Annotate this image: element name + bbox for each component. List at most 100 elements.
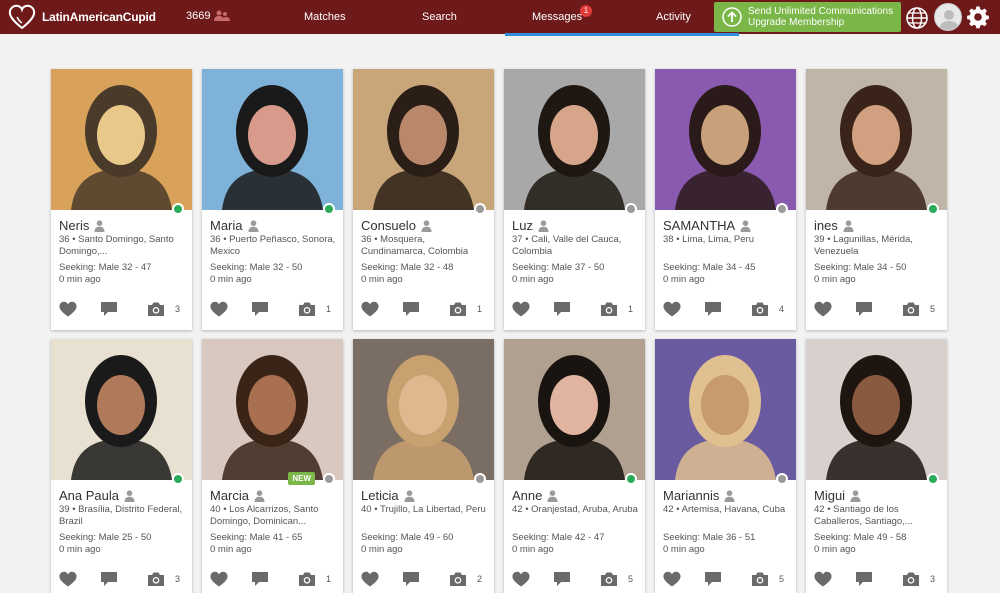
profile-location: 36 • Mosquera, Cundinamarca, Colombia [361, 234, 469, 257]
profile-name-row[interactable]: Leticia [361, 488, 415, 503]
chat-bubble-icon[interactable] [402, 571, 420, 587]
profile-last-active: 0 min ago [512, 544, 554, 555]
camera-icon[interactable] [449, 571, 467, 587]
nav-matches[interactable]: Matches [304, 11, 346, 23]
profile-card[interactable]: Leticia 40 • Trujillo, La Libertad, Peru… [353, 339, 494, 593]
avatar[interactable] [934, 3, 962, 31]
nav-search[interactable]: Search [422, 11, 457, 23]
profile-name-row[interactable]: Marcia [210, 488, 265, 503]
profile-photo[interactable] [504, 69, 645, 210]
profile-name-row[interactable]: SAMANTHA [663, 218, 751, 233]
profile-card[interactable]: Ana Paula 39 • Brasília, Distrito Federa… [51, 339, 192, 593]
chat-bubble-icon[interactable] [855, 571, 873, 587]
profile-name-row[interactable]: Maria [210, 218, 259, 233]
profile-location: 40 • Trujillo, La Libertad, Peru [361, 504, 486, 515]
profile-photo-placeholder [806, 339, 947, 480]
camera-icon[interactable] [147, 301, 165, 317]
photo-count: 1 [628, 304, 634, 314]
chat-bubble-icon[interactable] [402, 301, 420, 317]
profile-photo[interactable] [655, 339, 796, 480]
camera-icon[interactable] [751, 301, 769, 317]
profile-card[interactable]: Maria 36 • Puerto Peñasco, Sonora, Mexic… [202, 69, 343, 330]
camera-icon[interactable] [449, 301, 467, 317]
profile-card[interactable]: Luz 37 • Cali, Valle del Cauca, Colombia… [504, 69, 645, 330]
profile-photo[interactable] [504, 339, 645, 480]
heart-icon[interactable] [814, 571, 832, 587]
profile-photo[interactable] [202, 69, 343, 210]
profile-name-row[interactable]: Anne [512, 488, 558, 503]
profile-card[interactable]: Migui 42 • Santiago de los Caballeros, S… [806, 339, 947, 593]
photo-count: 4 [779, 304, 785, 314]
profile-photo[interactable] [51, 69, 192, 210]
heart-icon[interactable] [512, 301, 530, 317]
heart-icon[interactable] [512, 571, 530, 587]
heart-icon[interactable] [59, 571, 77, 587]
profile-last-active: 0 min ago [59, 544, 101, 555]
camera-icon[interactable] [902, 301, 920, 317]
nav-activity[interactable]: Activity [656, 11, 691, 23]
chat-bubble-icon[interactable] [100, 571, 118, 587]
camera-icon[interactable] [298, 571, 316, 587]
chat-bubble-icon[interactable] [704, 301, 722, 317]
profile-name-row[interactable]: Neris [59, 218, 105, 233]
profile-photo[interactable] [353, 69, 494, 210]
nav-messages[interactable]: Messages [532, 11, 582, 23]
globe-icon[interactable] [905, 6, 929, 30]
profile-location: 42 • Santiago de los Caballeros, Santiag… [814, 504, 913, 527]
profile-name: Mariannis [663, 488, 720, 503]
profile-name-row[interactable]: Luz [512, 218, 549, 233]
brand-logo[interactable]: LatinAmericanCupid [8, 4, 156, 30]
profile-card[interactable]: ines 39 • Lagunillas, Mérida, Venezuela … [806, 69, 947, 330]
chat-bubble-icon[interactable] [704, 571, 722, 587]
profile-photo-placeholder [202, 339, 343, 480]
heart-icon[interactable] [210, 571, 228, 587]
person-icon [248, 219, 259, 232]
camera-icon[interactable] [147, 571, 165, 587]
profile-card[interactable]: Neris 36 • Santo Domingo, Santo Domingo,… [51, 69, 192, 330]
profile-photo-placeholder [504, 339, 645, 480]
chat-bubble-icon[interactable] [553, 301, 571, 317]
upgrade-membership-button[interactable]: Send Unlimited Communications Upgrade Me… [714, 2, 901, 32]
heart-icon[interactable] [361, 301, 379, 317]
profile-card[interactable]: Consuelo 36 • Mosquera, Cundinamarca, Co… [353, 69, 494, 330]
profile-photo[interactable] [202, 339, 343, 480]
profile-photo[interactable] [353, 339, 494, 480]
members-online-icon [214, 10, 231, 21]
gear-icon[interactable] [966, 5, 990, 29]
upgrade-line2: Upgrade Membership [748, 17, 845, 28]
camera-icon[interactable] [902, 571, 920, 587]
heart-icon[interactable] [663, 571, 681, 587]
upgrade-text: Send Unlimited Communications Upgrade Me… [748, 6, 893, 28]
online-members-count[interactable]: 3669 [186, 10, 231, 22]
chat-bubble-icon[interactable] [251, 301, 269, 317]
camera-icon[interactable] [751, 571, 769, 587]
profile-name-row[interactable]: Migui [814, 488, 861, 503]
camera-icon[interactable] [298, 301, 316, 317]
chat-bubble-icon[interactable] [553, 571, 571, 587]
profile-name-row[interactable]: Mariannis [663, 488, 735, 503]
camera-icon[interactable] [600, 301, 618, 317]
profile-photo[interactable] [806, 69, 947, 210]
profile-name-row[interactable]: Consuelo [361, 218, 432, 233]
profile-name-row[interactable]: Ana Paula [59, 488, 135, 503]
heart-icon[interactable] [59, 301, 77, 317]
profile-card[interactable]: SAMANTHA 38 • Lima, Lima, Peru Seeking: … [655, 69, 796, 330]
profile-card[interactable]: Anne 42 • Oranjestad, Aruba, Aruba Seeki… [504, 339, 645, 593]
profile-photo-placeholder [353, 339, 494, 480]
profile-card[interactable]: NEW Marcia 40 • Los Alcarrizos, Santo Do… [202, 339, 343, 593]
profile-seeking: Seeking: Male 41 - 65 [210, 532, 303, 543]
heart-icon[interactable] [663, 301, 681, 317]
profile-photo[interactable] [51, 339, 192, 480]
profile-card[interactable]: Mariannis 42 • Artemisa, Havana, Cuba Se… [655, 339, 796, 593]
camera-icon[interactable] [600, 571, 618, 587]
profile-name-row[interactable]: ines [814, 218, 854, 233]
chat-bubble-icon[interactable] [251, 571, 269, 587]
chat-bubble-icon[interactable] [855, 301, 873, 317]
chat-bubble-icon[interactable] [100, 301, 118, 317]
profile-photo[interactable] [655, 69, 796, 210]
heart-icon[interactable] [361, 571, 379, 587]
heart-icon[interactable] [210, 301, 228, 317]
profile-seeking: Seeking: Male 37 - 50 [512, 262, 605, 273]
heart-icon[interactable] [814, 301, 832, 317]
profile-photo[interactable] [806, 339, 947, 480]
